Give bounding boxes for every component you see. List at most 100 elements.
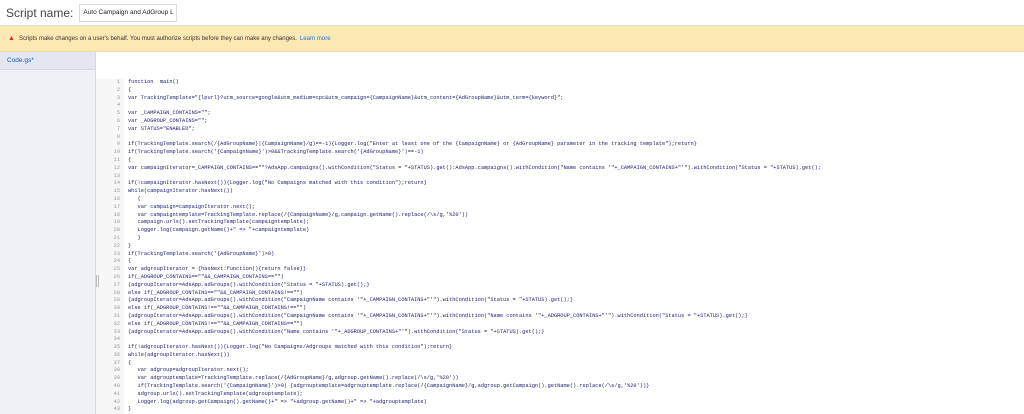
line-number: 27 bbox=[113, 281, 120, 288]
code-line[interactable] bbox=[128, 134, 1024, 142]
code-line[interactable]: if(!adgroupIterator.hasNext()){Logger.lo… bbox=[128, 344, 1024, 352]
line-number: 34 bbox=[113, 336, 120, 343]
code-line[interactable]: {adgroupIterator=AdsApp.adGroups().withC… bbox=[128, 329, 1024, 337]
line-number: 10 bbox=[113, 149, 120, 156]
code-line[interactable]: } bbox=[128, 406, 1024, 414]
code-line[interactable]: var _CAMPAIGN_CONTAINS=""; bbox=[128, 110, 1024, 118]
code-line[interactable]: { bbox=[128, 157, 1024, 165]
code-line[interactable]: var adgrouptemplate=TrackingTemplate.rep… bbox=[128, 375, 1024, 383]
line-number: 21 bbox=[113, 234, 120, 241]
line-number: 33 bbox=[113, 328, 120, 335]
code-line[interactable]: var STATUS="ENABLED"; bbox=[128, 126, 1024, 134]
code-line[interactable]: } bbox=[128, 243, 1024, 251]
line-number: 1 bbox=[116, 79, 120, 85]
line-number: 38 bbox=[113, 367, 120, 374]
line-number: 13 bbox=[113, 172, 120, 179]
code-line[interactable]: if(TrackingTemplate.search('{AdGroupName… bbox=[128, 251, 1024, 259]
line-number: 18 bbox=[113, 211, 120, 218]
line-number-gutter: 1 2 3 4 5 6 7 8 9 10 11 12 13 14 15 16 17 18 19 20 21 22 23 24 2… bbox=[96, 79, 124, 414]
code-line[interactable]: if(TrackingTemplate.search(/{AdGroupName… bbox=[128, 141, 1024, 149]
code-line[interactable]: else if(_ADGROUP_CONTAINS!==""&&_CAMPAIG… bbox=[128, 321, 1024, 329]
code-line[interactable]: {adgroupIterator=AdsApp.adGroups().withC… bbox=[128, 313, 1024, 321]
main-area: Code.gs* 1 2 3 4 5 6 7 8 9 10 11 12 13 14 15 16 17 18 19 20… bbox=[0, 52, 1024, 414]
line-number: 16 bbox=[113, 195, 120, 202]
line-number: 29 bbox=[113, 297, 120, 304]
line-number: 28 bbox=[113, 289, 120, 296]
code-line[interactable]: {adgroupIterator=AdsApp.adGroups().withC… bbox=[128, 282, 1024, 290]
line-number: 42 bbox=[113, 398, 120, 405]
line-number: 25 bbox=[113, 266, 120, 273]
line-number: 24 bbox=[113, 258, 120, 265]
code-line[interactable]: var campaignIterator=_CAMPAIGN_CONTAINS=… bbox=[128, 165, 1024, 173]
line-number: 30 bbox=[113, 305, 120, 312]
code-line[interactable]: if(TrackingTemplate.search('{CampaignNam… bbox=[128, 383, 1024, 391]
script-name-label: Script name: bbox=[6, 5, 74, 20]
code-line[interactable]: adgroup.urls().setTrackingTemplate(adgro… bbox=[128, 391, 1024, 399]
line-number: 11 bbox=[113, 156, 120, 163]
code-line[interactable]: if(_ADGROUP_CONTAINS==""&&_CAMPAIGN_CONT… bbox=[128, 274, 1024, 282]
code-line[interactable] bbox=[128, 336, 1024, 344]
code-line[interactable]: var adgroup=adgroupIterator.next(); bbox=[128, 367, 1024, 375]
line-number: 15 bbox=[113, 188, 120, 195]
code-editor[interactable]: 1 2 3 4 5 6 7 8 9 10 11 12 13 14 15 16 17 18 19 20 21 22 23 24 2… bbox=[96, 52, 1024, 414]
code-line[interactable]: } bbox=[128, 235, 1024, 243]
code-line[interactable]: var adgroupIterator = {hasNext:function(… bbox=[128, 266, 1024, 274]
line-number: 40 bbox=[113, 383, 120, 390]
line-number: 6 bbox=[116, 117, 120, 124]
code-line[interactable]: { bbox=[128, 360, 1024, 368]
code-line[interactable]: if(TrackingTemplate.search('{CampaignNam… bbox=[128, 149, 1024, 157]
line-number: 17 bbox=[113, 203, 120, 210]
line-number: 12 bbox=[113, 164, 120, 171]
line-number: 22 bbox=[113, 242, 120, 249]
resize-handle[interactable] bbox=[96, 275, 99, 287]
line-number: 8 bbox=[116, 133, 120, 140]
line-number: 31 bbox=[113, 312, 120, 319]
line-number: 39 bbox=[113, 375, 120, 382]
code-line[interactable]: {adgroupIterator=AdsApp.adGroups().withC… bbox=[128, 297, 1024, 305]
script-name-input[interactable] bbox=[79, 3, 178, 22]
code-line[interactable]: else if(_ADGROUP_CONTAINS==""&&_CAMPAIGN… bbox=[128, 290, 1024, 298]
script-header: Script name: bbox=[0, 0, 1024, 26]
line-number: 43 bbox=[113, 406, 120, 413]
code-line[interactable]: var campaigntemplate=TrackingTemplate.re… bbox=[128, 212, 1024, 220]
file-tab-code-gs[interactable]: Code.gs* bbox=[0, 52, 95, 70]
line-number: 3 bbox=[116, 94, 120, 101]
code-line[interactable] bbox=[128, 102, 1024, 110]
code-line[interactable]: function main() bbox=[128, 79, 1024, 87]
line-number: 37 bbox=[113, 359, 120, 366]
code-line[interactable]: { bbox=[128, 196, 1024, 204]
line-number: 20 bbox=[113, 227, 120, 234]
code-line[interactable]: campaign.urls().setTrackingTemplate(camp… bbox=[128, 219, 1024, 227]
authorization-warning-banner: ▲ Scripts make changes on a user's behal… bbox=[0, 26, 1024, 52]
line-number: 23 bbox=[113, 250, 120, 257]
line-number: 35 bbox=[113, 344, 120, 351]
line-number: 41 bbox=[113, 390, 120, 397]
code-line[interactable]: Logger.log(campaign.getName()+" => "+cam… bbox=[128, 227, 1024, 235]
code-line[interactable]: if(!campaignIterator.hasNext()){Logger.l… bbox=[128, 180, 1024, 188]
line-number: 9 bbox=[116, 141, 120, 148]
line-number: 7 bbox=[116, 125, 120, 132]
file-sidebar: Code.gs* bbox=[0, 52, 99, 414]
code-line[interactable] bbox=[128, 173, 1024, 181]
code-area[interactable]: function main(){var TrackingTemplate="{l… bbox=[124, 79, 1024, 414]
warning-message: Scripts make changes on a user's behalf.… bbox=[18, 35, 297, 42]
line-number: 36 bbox=[113, 351, 120, 358]
warning-icon: ▲ bbox=[8, 35, 15, 42]
line-number: 14 bbox=[113, 180, 120, 187]
learn-more-link[interactable]: Learn more bbox=[300, 36, 331, 42]
line-number: 32 bbox=[113, 320, 120, 327]
code-line[interactable]: Logger.log(adgroup.getCampaign().getName… bbox=[128, 399, 1024, 407]
line-number: 26 bbox=[113, 273, 120, 280]
code-line[interactable]: while(campaignIterator.hasNext()) bbox=[128, 188, 1024, 196]
line-number: 4 bbox=[116, 102, 120, 109]
code-line[interactable]: var _ADGROUP_CONTAINS=""; bbox=[128, 118, 1024, 126]
code-line[interactable]: else if(_ADGROUP_CONTAINS!==""&&_CAMPAIG… bbox=[128, 305, 1024, 313]
code-line[interactable]: while(adgroupIterator.hasNext()) bbox=[128, 352, 1024, 360]
line-number: 5 bbox=[116, 110, 120, 117]
line-number: 2 bbox=[116, 86, 120, 93]
code-line[interactable]: var campaign=campaignIterator.next(); bbox=[128, 204, 1024, 212]
code-line[interactable]: var TrackingTemplate="{lpurl}?utm_source… bbox=[128, 95, 1024, 103]
code-line[interactable]: { bbox=[128, 87, 1024, 95]
line-number: 19 bbox=[113, 219, 120, 226]
code-line[interactable]: { bbox=[128, 258, 1024, 266]
